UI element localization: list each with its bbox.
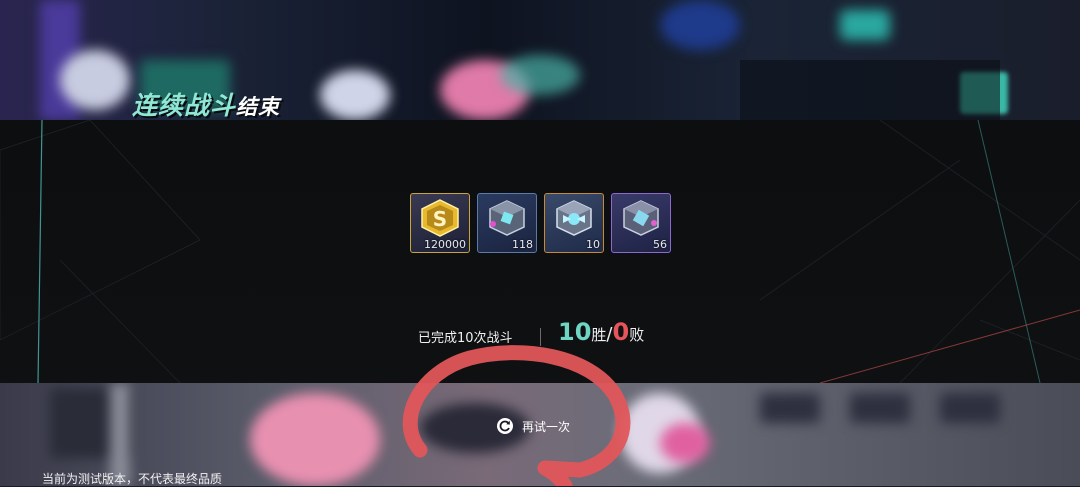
completed-count-text: 已完成10次战斗 [418, 331, 513, 346]
win-loss-score: 10胜/0败 [558, 318, 644, 346]
title-part-1: 连续战斗 [132, 91, 237, 120]
reward-item[interactable]: 56 [611, 193, 671, 253]
gold-coin-icon: S [421, 199, 459, 237]
refresh-icon [497, 418, 513, 434]
wins-suffix: 胜 [591, 326, 607, 344]
reward-count: 10 [586, 238, 600, 251]
wins-value: 10 [558, 318, 592, 346]
reward-list: S 120000 118 10 56 [410, 193, 671, 253]
losses-suffix: 败 [629, 326, 645, 344]
retry-label: 再试一次 [522, 419, 571, 434]
reward-count: 56 [653, 238, 667, 251]
page-title: 连续战斗结束 [132, 86, 280, 122]
blue-cube-icon [489, 200, 525, 236]
title-part-2: 结束 [236, 95, 281, 119]
reward-count: 120000 [424, 238, 466, 251]
purple-cube-icon [623, 200, 659, 236]
battle-stats: 已完成10次战斗 10胜/0败 [0, 318, 1080, 348]
gold-cube-icon [556, 200, 592, 236]
reward-item[interactable]: 10 [544, 193, 604, 253]
svg-text:S: S [433, 207, 447, 231]
test-version-notice: 当前为测试版本，不代表最终品质 [42, 472, 223, 486]
reward-item[interactable]: S 120000 [410, 193, 470, 253]
divider [540, 328, 541, 346]
losses-value: 0 [612, 318, 630, 346]
reward-count: 118 [512, 238, 533, 251]
reward-item[interactable]: 118 [477, 193, 537, 253]
retry-button[interactable]: 再试一次 [496, 414, 570, 438]
